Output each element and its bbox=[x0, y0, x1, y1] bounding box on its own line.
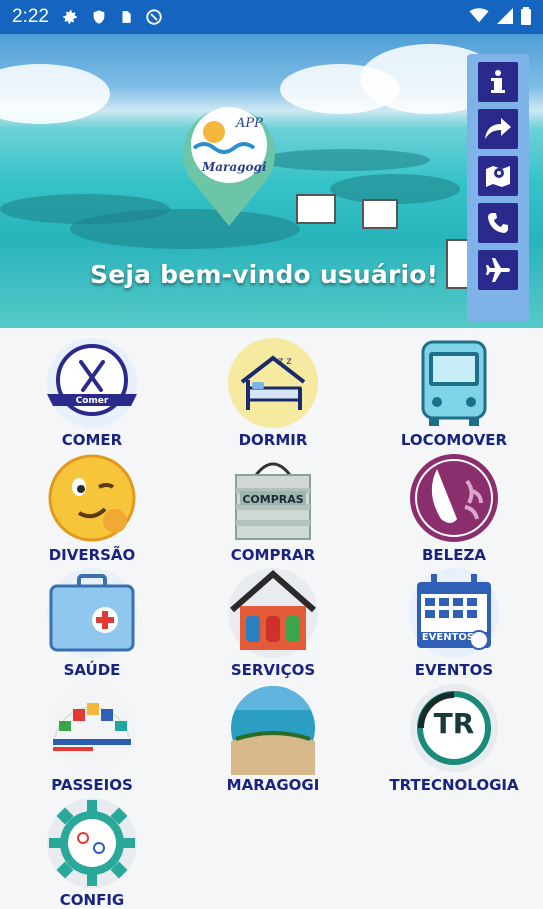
comprar-badge: COMPRAS bbox=[242, 493, 304, 506]
menu-label-maragogi: MARAGOGI bbox=[226, 776, 320, 794]
settings-status-icon bbox=[61, 8, 79, 26]
phone-button[interactable] bbox=[478, 203, 518, 243]
settings-gear-icon bbox=[47, 798, 137, 888]
menu-label-config: CONFIG bbox=[59, 891, 125, 909]
status-bar: 2:22 bbox=[0, 0, 543, 34]
data-saver-status-icon bbox=[145, 8, 163, 26]
tours-icon bbox=[47, 683, 137, 773]
services-house-icon bbox=[228, 568, 318, 658]
info-icon bbox=[491, 70, 505, 93]
map-button[interactable] bbox=[478, 156, 518, 196]
hero-banner: APP Maragogi Seja bem-vindo usuário! bbox=[0, 34, 543, 328]
side-action-panel bbox=[467, 54, 529, 322]
boat-image bbox=[362, 199, 398, 229]
calendar-icon bbox=[409, 568, 499, 658]
logo-text-top: APP bbox=[236, 116, 263, 131]
menu-label-comer: COMER bbox=[61, 431, 123, 449]
menu-label-eventos: EVENTOS bbox=[414, 661, 494, 679]
menu-label-servicos: SERVIÇOS bbox=[230, 661, 316, 679]
beauty-face-icon bbox=[410, 454, 498, 542]
welcome-message: Seja bem-vindo usuário! bbox=[90, 260, 439, 289]
app-logo: APP Maragogi bbox=[172, 90, 286, 230]
menu-label-passeios: PASSEIOS bbox=[51, 776, 133, 794]
beach-photo-icon bbox=[231, 686, 315, 775]
menu-label-diversao: DIVERSÃO bbox=[48, 546, 136, 564]
info-button[interactable] bbox=[478, 62, 518, 102]
status-time: 2:22 bbox=[12, 6, 49, 27]
first-aid-kit-icon bbox=[47, 568, 137, 658]
cutlery-icon bbox=[47, 338, 137, 428]
logo-text-bottom: Maragogi bbox=[202, 160, 267, 174]
menu-label-comprar: COMPRAR bbox=[230, 546, 316, 564]
eventos-badge: EVENTOS bbox=[421, 632, 475, 643]
bus-icon bbox=[421, 340, 487, 426]
share-icon bbox=[485, 118, 511, 139]
menu-label-saude: SAÚDE bbox=[63, 661, 121, 679]
map-icon bbox=[486, 166, 510, 187]
share-button[interactable] bbox=[478, 109, 518, 149]
wink-emoji-icon bbox=[48, 454, 136, 542]
menu-label-beleza: BELEZA bbox=[422, 546, 486, 564]
boat-image bbox=[296, 194, 336, 224]
menu-label-trtecnologia: TRTECNOLOGIA bbox=[389, 776, 519, 794]
bed-icon: z z bbox=[228, 338, 318, 428]
cell-signal-icon bbox=[497, 8, 513, 28]
shield-status-icon bbox=[91, 8, 107, 26]
menu-label-locomover: LOCOMOVER bbox=[400, 431, 508, 449]
phone-icon bbox=[488, 213, 508, 233]
sim-card-status-icon bbox=[119, 8, 133, 26]
tr-badge: TR bbox=[433, 707, 475, 740]
wifi-icon bbox=[469, 8, 489, 28]
airplane-button[interactable] bbox=[478, 250, 518, 290]
comer-badge: Comer bbox=[75, 396, 109, 406]
menu-label-dormir: DORMIR bbox=[238, 431, 308, 449]
airplane-icon bbox=[486, 258, 510, 282]
svg-text:z z: z z bbox=[278, 356, 292, 367]
battery-icon bbox=[521, 7, 531, 29]
